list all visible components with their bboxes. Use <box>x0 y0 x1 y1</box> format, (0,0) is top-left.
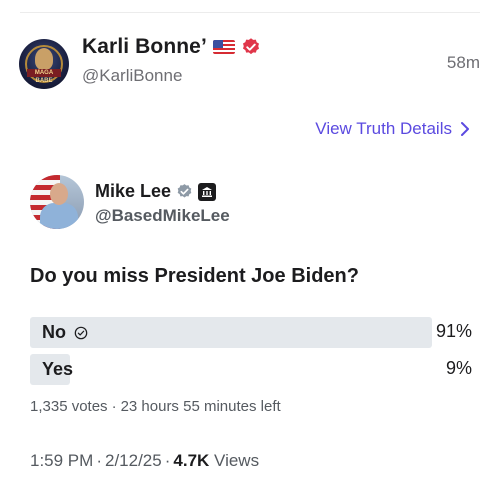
quoted-author-name[interactable]: Mike Lee <box>95 181 171 202</box>
poll-option-no[interactable]: No 91% <box>30 317 472 348</box>
poll-option-yes[interactable]: Yes 9% <box>30 354 472 385</box>
chevron-right-icon <box>461 122 469 136</box>
top-divider <box>20 12 480 13</box>
poll-time-left: 23 hours 55 minutes left <box>120 398 281 415</box>
author-name-row: Karli Bonne’ <box>82 35 261 59</box>
posted-time: 1:59 PM <box>30 451 94 470</box>
poll-option-label: Yes <box>42 359 74 379</box>
views-count: 4.7K <box>173 451 210 470</box>
author-name[interactable]: Karli Bonne’ <box>82 35 207 59</box>
poll-votes: 1,335 votes <box>30 398 108 415</box>
poll-meta: 1,335 votes · 23 hours 55 minutes left <box>30 398 281 415</box>
check-circle-icon <box>74 326 88 339</box>
us-flag-icon <box>212 40 235 54</box>
views-label: Views <box>214 451 260 470</box>
view-truth-details-link[interactable]: View Truth Details <box>315 119 470 139</box>
view-truth-details-label: View Truth Details <box>315 119 452 138</box>
quoted-author-name-row: Mike Lee <box>95 181 217 202</box>
poll-percent: 9% <box>445 358 472 378</box>
post-meta: 1:59 PM · 2/12/25 · 4.7K Views <box>30 451 260 470</box>
quoted-author-avatar[interactable] <box>30 175 84 229</box>
poll-option-label: No <box>42 322 66 342</box>
avatar-text: MAGA BABE <box>34 70 54 84</box>
poll-percent: 91% <box>435 321 472 341</box>
verified-badge-icon <box>177 184 192 198</box>
quoted-author-handle[interactable]: @BasedMikeLee <box>95 206 230 226</box>
government-building-icon <box>198 182 217 201</box>
verified-badge-icon <box>242 38 259 55</box>
posted-date: 2/12/25 <box>104 451 162 470</box>
poll-question: Do you miss President Joe Biden? <box>30 265 359 287</box>
author-avatar[interactable]: MAGA BABE <box>19 39 69 89</box>
poll-bar-no <box>30 317 433 348</box>
author-handle[interactable]: @KarliBonne <box>82 66 182 86</box>
post-timestamp: 58m <box>446 53 480 72</box>
